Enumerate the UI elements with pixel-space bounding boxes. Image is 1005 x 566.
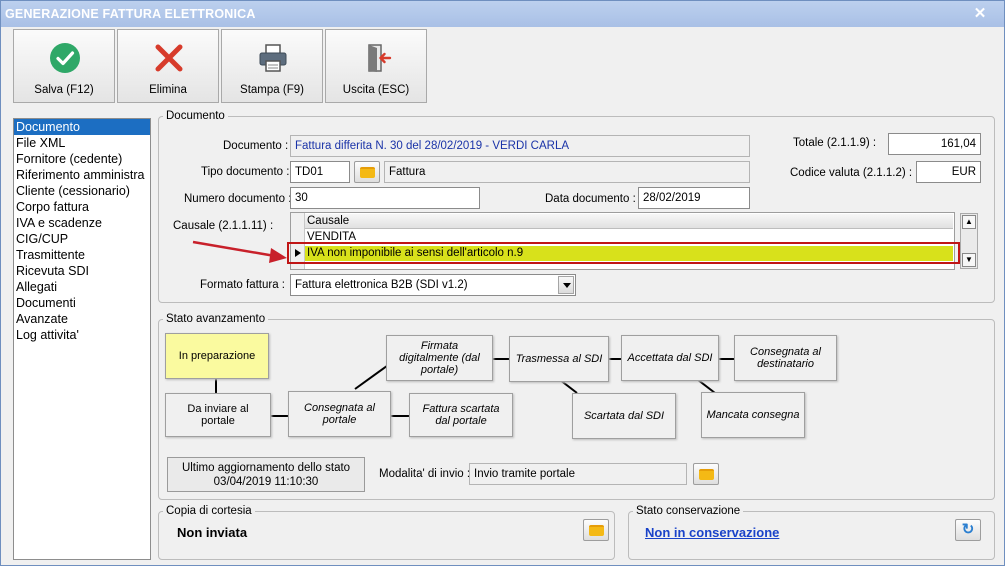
folder-icon [589, 525, 604, 536]
nav-item[interactable]: Cliente (cessionario) [14, 183, 150, 199]
causale-column-header: Causale [305, 214, 953, 229]
stato-conservazione-label: Stato conservazione [636, 505, 741, 517]
exit-button[interactable]: Uscita (ESC) [325, 29, 427, 103]
step-firmata-digitalmente[interactable]: Firmata digitalmente (dal portale) [386, 335, 493, 381]
copia-cortesia-value: Non inviata [177, 525, 248, 540]
codice-valuta-label: Codice valuta (2.1.1.2) : [790, 167, 913, 179]
copia-cortesia-label: Copia di cortesia [166, 505, 252, 517]
delete-label: Elimina [149, 84, 187, 96]
nav-item[interactable]: Allegati [14, 279, 150, 295]
formato-fattura-select[interactable]: Fattura elettronica B2B (SDI v1.2) [290, 274, 576, 296]
chevron-down-icon[interactable] [558, 276, 574, 294]
ultimo-aggiornamento-value: 03/04/2019 11:10:30 [213, 476, 319, 488]
window-title: GENERAZIONE FATTURA ELETTRONICA [5, 7, 256, 21]
connector [271, 415, 289, 417]
ultimo-aggiornamento-box: Ultimo aggiornamento dello stato 03/04/2… [167, 457, 365, 492]
highlight-box [287, 242, 960, 264]
nav-item[interactable]: File XML [14, 135, 150, 151]
content-area: Salva (F12) Elimina Stampa (F9) Uscita (… [5, 27, 1000, 563]
formato-fattura-value: Fattura elettronica B2B (SDI v1.2) [295, 279, 468, 291]
data-documento-field[interactable]: 28/02/2019 [638, 187, 750, 209]
causale-label: Causale (2.1.1.11) : [173, 220, 274, 232]
connector [719, 358, 735, 360]
nav-item[interactable]: Riferimento amministra [14, 167, 150, 183]
data-documento-label: Data documento : [545, 193, 636, 205]
step-accettata-dal-sdi[interactable]: Accettata dal SDI [621, 335, 719, 381]
step-mancata-consegna[interactable]: Mancata consegna [701, 392, 805, 438]
nav-item[interactable]: Fornitore (cedente) [14, 151, 150, 167]
stato-avanzamento-label: Stato avanzamento [166, 313, 266, 325]
nav-item[interactable]: Trasmittente [14, 247, 150, 263]
scroll-down-icon[interactable]: ▼ [962, 253, 976, 267]
save-label: Salva (F12) [34, 84, 94, 96]
formato-fattura-label: Formato fattura : [200, 279, 286, 291]
tipo-documento-code[interactable]: TD01 [290, 161, 350, 183]
save-button[interactable]: Salva (F12) [13, 29, 115, 103]
connector [391, 415, 409, 417]
step-scartata-dal-sdi[interactable]: Scartata dal SDI [572, 393, 676, 439]
folder-icon [360, 167, 375, 178]
checkmark-icon [50, 43, 80, 73]
codice-valuta-field[interactable]: EUR [916, 161, 981, 183]
copia-cortesia-browse-button[interactable] [583, 519, 609, 541]
tipo-documento-desc: Fattura [384, 161, 750, 183]
app-window: GENERAZIONE FATTURA ELETTRONICA ✕ Salva … [0, 0, 1005, 566]
nav-item[interactable]: Documento [14, 119, 150, 135]
nav-item[interactable]: IVA e scadenze [14, 215, 150, 231]
delete-button[interactable]: Elimina [117, 29, 219, 103]
step-trasmessa-al-sdi[interactable]: Trasmessa al SDI [509, 336, 609, 382]
title-bar: GENERAZIONE FATTURA ELETTRONICA ✕ [1, 1, 1004, 27]
step-fattura-scartata-dal-portale[interactable]: Fattura scartata dal portale [409, 393, 513, 437]
nav-item[interactable]: Documenti [14, 295, 150, 311]
nav-item[interactable]: Log attivita' [14, 327, 150, 343]
documento-label: Documento : [223, 140, 289, 152]
step-consegnata-al-portale[interactable]: Consegnata al portale [288, 391, 391, 437]
nav-item[interactable]: Avanzate [14, 311, 150, 327]
totale-field[interactable]: 161,04 [888, 133, 981, 155]
refresh-button[interactable]: ↻ [955, 519, 981, 541]
stato-conservazione-link[interactable]: Non in conservazione [645, 525, 779, 540]
nav-item[interactable]: Ricevuta SDI [14, 263, 150, 279]
scroll-up-icon[interactable]: ▲ [962, 215, 976, 229]
step-consegnata-al-destinatario[interactable]: Consegnata al destinatario [734, 335, 837, 381]
numero-documento-label: Numero documento : [184, 193, 292, 205]
numero-documento-field[interactable]: 30 [290, 187, 480, 209]
step-in-preparazione[interactable]: In preparazione [165, 333, 269, 379]
tipo-documento-label: Tipo documento : [201, 166, 290, 178]
close-icon: ✕ [973, 5, 987, 22]
tipo-documento-browse-button[interactable] [354, 161, 380, 183]
totale-label: Totale (2.1.1.9) : [793, 137, 877, 149]
section-list: Documento File XML Fornitore (cedente) Rife… [13, 118, 151, 560]
exit-label: Uscita (ESC) [342, 84, 410, 96]
nav-item[interactable]: CIG/CUP [14, 231, 150, 247]
modalita-invio-field: Invio tramite portale [469, 463, 687, 485]
print-button[interactable]: Stampa (F9) [221, 29, 323, 103]
delete-x-icon [155, 44, 183, 72]
refresh-icon: ↻ [961, 521, 975, 538]
documento-group-label: Documento [166, 110, 225, 122]
folder-icon [699, 469, 714, 480]
causale-scrollbar[interactable]: ▲ ▼ [960, 213, 978, 269]
red-arrow-icon [192, 240, 287, 263]
ultimo-aggiornamento-label: Ultimo aggiornamento dello stato [181, 462, 351, 474]
exit-door-icon [368, 44, 392, 72]
close-button[interactable]: ✕ [971, 5, 989, 23]
modalita-invio-browse-button[interactable] [693, 463, 719, 485]
print-label: Stampa (F9) [240, 84, 304, 96]
modalita-invio-label: Modalita' di invio : [379, 468, 471, 480]
connector [215, 379, 217, 393]
nav-item[interactable]: Corpo fattura [14, 199, 150, 215]
documento-field[interactable]: Fattura differita N. 30 del 28/02/2019 -… [290, 135, 750, 157]
printer-icon [259, 44, 287, 72]
step-da-inviare-al-portale[interactable]: Da inviare al portale [165, 393, 271, 437]
